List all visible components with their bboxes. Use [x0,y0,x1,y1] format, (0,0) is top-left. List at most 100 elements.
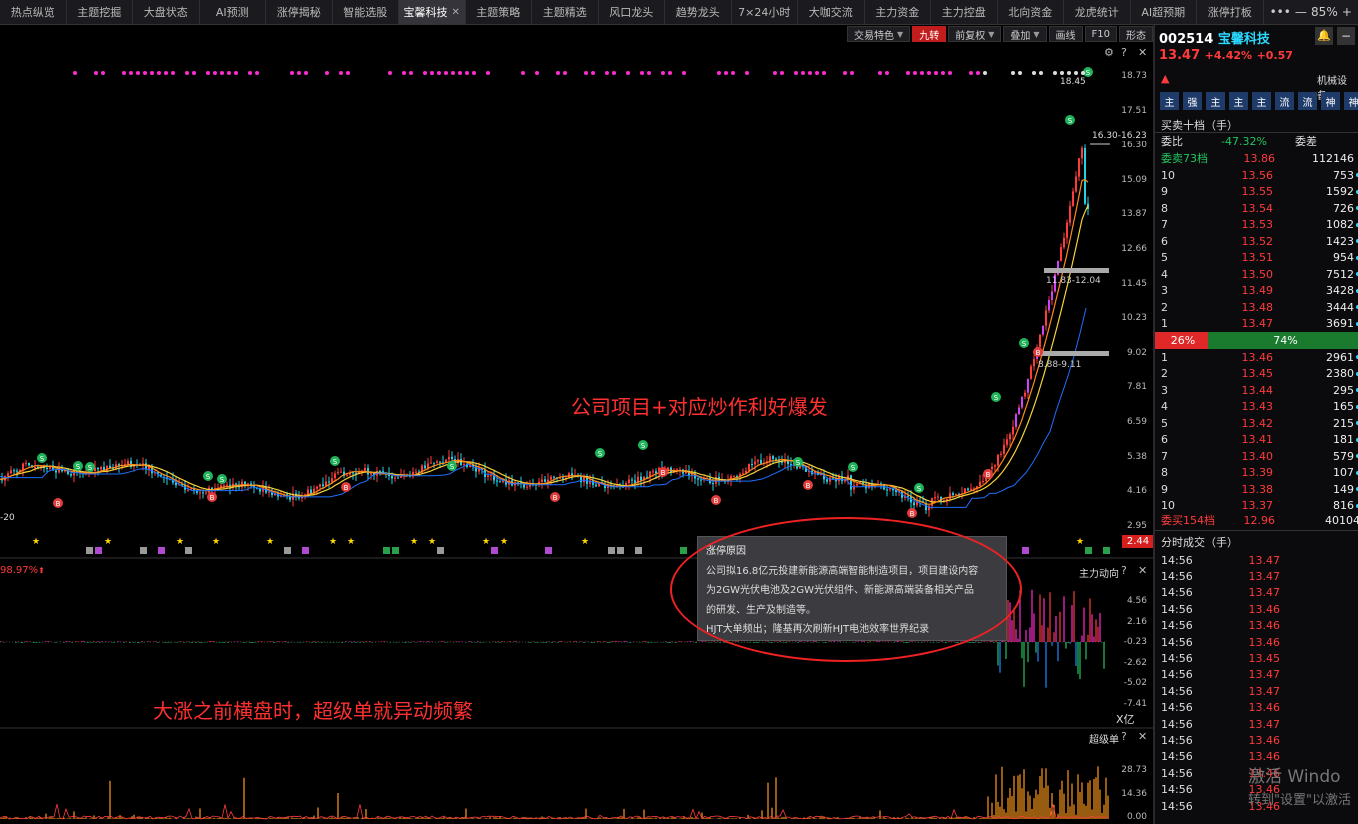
candle-body [307,489,309,495]
toolbar-button-6[interactable]: 形态 [1119,26,1153,42]
buy-pct: 74% [1273,334,1298,347]
orderbook-row[interactable]: 6 13.41 181 [1155,432,1358,449]
tab-18[interactable]: 涨停打板 [1197,0,1264,24]
stock-tool-button[interactable]: 主 [1160,92,1179,110]
stock-name[interactable]: 宝馨科技 [1218,32,1270,47]
tab-5[interactable]: 智能选股 [333,0,399,24]
zoom-out-button[interactable]: — [1295,5,1307,19]
tick-row[interactable]: 14:56 13.45 [1155,650,1358,666]
tick-row[interactable]: 14:56 13.47 [1155,585,1358,601]
stock-tool-button[interactable]: 强 [1183,92,1202,110]
tab-10[interactable]: 趋势龙头 [665,0,732,24]
candle-body [754,461,756,465]
orderbook-row[interactable]: 5 13.51 954 [1155,250,1358,267]
close-icon[interactable]: ✕ [1138,730,1147,743]
zoom-in-button[interactable]: + [1342,5,1352,19]
close-icon[interactable]: ✕ [1138,564,1147,577]
tab-7[interactable]: 主题策略 [466,0,532,24]
tab-14[interactable]: 主力控盘 [931,0,998,24]
stock-tool-button[interactable]: 神 [1344,92,1358,110]
tick-row[interactable]: 14:56 13.47 [1155,552,1358,568]
close-tab-icon[interactable]: ✕ [452,7,460,18]
stock-tool-button[interactable]: 神 [1321,92,1340,110]
tab-6[interactable]: 宝馨科技 ✕ [399,0,466,24]
kline-chart[interactable]: SSSBSSBSBSBSSBBSBSBSSSBBSS★★★★★★★★★★★★★★… [0,25,1153,824]
star-icon: ★ [266,537,274,547]
tab-9[interactable]: 风口龙头 [599,0,665,24]
tab-1[interactable]: 主题挖掘 [67,0,133,24]
orderbook-row[interactable]: 7 13.53 1082 [1155,217,1358,234]
tick-price: 13.46 [1248,701,1281,715]
orderbook-row[interactable]: 10 13.56 753 [1155,167,1358,184]
orderbook-row[interactable]: 8 13.54 726 [1155,200,1358,217]
tick-row[interactable]: 14:56 13.47 [1155,683,1358,699]
tab-17[interactable]: AI超预期 [1131,0,1197,24]
orderbook-row[interactable]: 2 13.45 2380 [1155,366,1358,383]
tick-row[interactable]: 14:56 13.46 [1155,700,1358,716]
tick-row[interactable]: 14:56 13.47 [1155,667,1358,683]
buy-total-row: 委买154档 12.96 40104 [1155,512,1358,529]
candle-body [937,496,939,498]
tick-row[interactable]: 14:56 13.46 [1155,732,1358,748]
tab-11[interactable]: 7×24小时 [732,0,798,24]
help-icon[interactable]: ? [1121,46,1127,59]
help-icon[interactable]: ? [1121,730,1127,743]
tick-row[interactable]: 14:56 13.47 [1155,568,1358,584]
stock-tool-button[interactable]: 流 [1275,92,1294,110]
annotation-second: 大涨之前横盘时，超级单就异动频繁 [153,699,473,723]
tab-13[interactable]: 主力资金 [865,0,931,24]
alert-bell-icon[interactable]: 🔔 [1315,27,1333,45]
toolbar-button-0[interactable]: 交易特色 ▼ [847,26,911,42]
candle-body [1048,299,1050,311]
toolbar-label: 画线 [1055,30,1076,42]
tab-2[interactable]: 大盘状态 [133,0,200,24]
stock-tool-button[interactable]: 主 [1206,92,1225,110]
tick-row[interactable]: 14:56 13.46 [1155,749,1358,765]
tick-row[interactable]: 14:56 13.46 [1155,782,1358,798]
stock-tool-button[interactable]: 流 [1298,92,1317,110]
stock-tool-button[interactable]: 主 [1252,92,1271,110]
orderbook-row[interactable]: 6 13.52 1423 [1155,233,1358,250]
minus-icon[interactable]: − [1337,27,1355,45]
tab-label: 主力控盘 [941,6,986,19]
signal-marker-label: B [986,471,991,479]
toolbar-button-4[interactable]: 画线 [1048,26,1083,42]
orderbook-row[interactable]: 8 13.39 107 [1155,465,1358,482]
tick-row[interactable]: 14:56 13.47 [1155,716,1358,732]
orderbook-row[interactable]: 3 13.44 295 [1155,382,1358,399]
tab-12[interactable]: 大咖交流 [798,0,865,24]
close-icon[interactable]: ✕ [1138,46,1147,59]
more-icon[interactable]: ••• [1270,5,1291,19]
tab-16[interactable]: 龙虎统计 [1064,0,1131,24]
candle-body [628,479,630,484]
stock-tool-button[interactable]: 主 [1229,92,1248,110]
tick-row[interactable]: 14:56 13.46 [1155,601,1358,617]
tab-8[interactable]: 主题精选 [532,0,599,24]
toolbar-label: 交易特色 [854,30,895,42]
tab-4[interactable]: 涨停揭秘 [266,0,333,24]
tick-row[interactable]: 14:56 13.46 [1155,634,1358,650]
orderbook-row[interactable]: 3 13.49 3428 [1155,283,1358,300]
toolbar-button-3[interactable]: 叠加 ▼ [1003,26,1047,42]
orderbook-row[interactable]: 1 13.46 2961 [1155,349,1358,366]
help-icon[interactable]: ? [1121,564,1127,577]
toolbar-button-2[interactable]: 前复权 ▼ [948,26,1002,42]
orderbook-row[interactable]: 7 13.40 579 [1155,448,1358,465]
orderbook-row[interactable]: 9 13.38 149 [1155,481,1358,498]
orderbook-row[interactable]: 4 13.43 165 [1155,399,1358,416]
tab-3[interactable]: AI预测 [200,0,266,24]
tick-row[interactable]: 14:56 13.46 [1155,765,1358,781]
toolbar-button-5[interactable]: F10 [1084,26,1117,42]
orderbook-row[interactable]: 1 13.47 3691 [1155,316,1358,333]
settings-icon[interactable]: ⚙ [1104,46,1114,59]
toolbar-button-1[interactable]: 九转 [912,26,947,42]
tab-0[interactable]: 热点纵览 [0,0,67,24]
orderbook-row[interactable]: 5 13.42 215 [1155,415,1358,432]
orderbook-row[interactable]: 9 13.55 1592 [1155,184,1358,201]
orderbook-row[interactable]: 4 13.50 7512 [1155,266,1358,283]
tick-time: 14:56 [1161,602,1193,616]
tick-row[interactable]: 14:56 13.46 [1155,618,1358,634]
orderbook-row[interactable]: 2 13.48 3444 [1155,299,1358,316]
tab-15[interactable]: 北向资金 [998,0,1064,24]
tick-row[interactable]: 14:56 13.46 [1155,798,1358,814]
